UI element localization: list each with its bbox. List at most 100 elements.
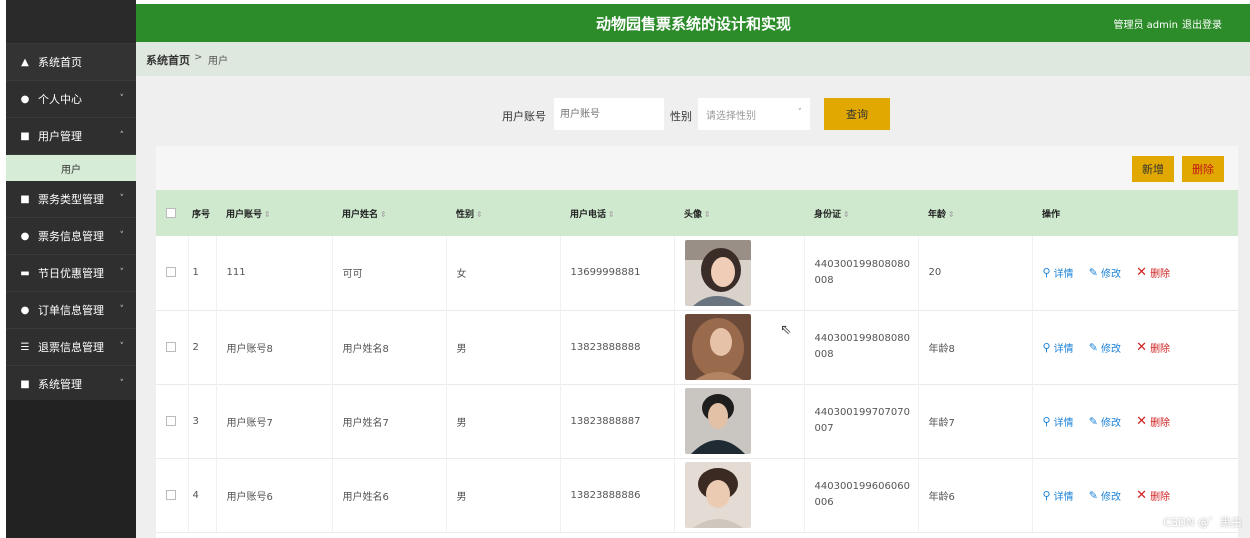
cell-gender: 男 — [446, 310, 561, 384]
sort-icon[interactable]: ⇕ — [608, 210, 615, 219]
column-header-label: 用户姓名 — [342, 209, 379, 220]
column-header-phone[interactable]: 用户电话 ⇕ — [560, 190, 674, 236]
current-user: 管理员 admin — [1113, 20, 1178, 31]
table-row: 3 用户账号7 用户姓名7 男 13823888887 440300199707… — [156, 384, 1238, 458]
edit-label: 修改 — [1100, 491, 1121, 503]
column-header-gender[interactable]: 性别 ⇕ — [446, 190, 560, 236]
row-checkbox[interactable] — [166, 489, 176, 500]
grid-icon: ■ — [20, 193, 30, 205]
delete-label: 删除 — [1150, 417, 1171, 429]
table-header-row: 序号 用户账号 ⇕ 用户姓名 ⇕ 性别 ⇕ 用户电话 ⇕ 头像 ⇕ 身份证 ⇕ 年龄 ⇕ 操作 — [156, 190, 1238, 236]
cell-account: 用户账号8 — [216, 310, 333, 384]
sort-icon[interactable]: ⇕ — [476, 210, 483, 219]
sidebar-item-orders[interactable]: ● 订单信息管理 ˅ — [6, 292, 136, 329]
close-icon: ✕ — [1136, 413, 1148, 429]
delete-button[interactable]: ✕ 删除 — [1136, 265, 1170, 280]
search-icon: ⚲ — [1042, 488, 1051, 502]
query-button[interactable]: 查询 — [824, 98, 890, 130]
row-checkbox[interactable] — [166, 267, 176, 278]
cell-name: 用户姓名7 — [332, 384, 447, 458]
chevron-down-icon: ˅ — [119, 379, 125, 389]
search-icon: ⚲ — [1042, 414, 1051, 428]
row-checkbox-cell[interactable] — [156, 236, 189, 310]
add-button[interactable]: 新增 — [1132, 156, 1174, 182]
row-checkbox[interactable] — [166, 415, 176, 426]
column-header-label: 用户账号 — [226, 209, 263, 220]
batch-delete-button[interactable]: 删除 — [1182, 156, 1224, 182]
sort-icon[interactable]: ⇕ — [948, 210, 955, 219]
row-checkbox-cell[interactable] — [156, 310, 189, 384]
cell-actions: ⚲ 详情 ✎ 修改 ✕ 删除 — [1032, 310, 1238, 384]
location-icon: ● — [20, 304, 30, 316]
column-header-id-card[interactable]: 身份证 ⇕ — [804, 190, 918, 236]
cell-account: 用户账号6 — [216, 458, 333, 532]
edit-button[interactable]: ✎ 修改 — [1089, 340, 1121, 355]
cell-phone: 13699998881 — [560, 236, 675, 310]
edit-button[interactable]: ✎ 修改 — [1089, 265, 1121, 280]
column-header-avatar[interactable]: 头像 ⇕ — [674, 190, 804, 236]
row-checkbox-cell[interactable] — [156, 458, 189, 532]
sidebar-subitem-users[interactable]: 用户 — [6, 155, 136, 181]
column-header-label: 身份证 — [814, 209, 842, 220]
user-avatar-image — [684, 388, 751, 454]
view-button[interactable]: ⚲ 详情 — [1043, 414, 1074, 429]
sort-icon[interactable]: ⇕ — [380, 210, 387, 219]
breadcrumb-home[interactable]: 系统首页 — [146, 52, 190, 68]
inbox-icon: ▬ — [20, 267, 30, 279]
sort-icon[interactable]: ⇕ — [704, 210, 711, 219]
delete-button[interactable]: ✕ 删除 — [1136, 488, 1170, 503]
cell-age: 年龄6 — [918, 458, 1033, 532]
row-checkbox-cell[interactable] — [156, 384, 189, 458]
cell-age: 20 — [918, 236, 1033, 310]
cell-avatar — [674, 384, 805, 458]
column-header-age[interactable]: 年龄 ⇕ — [918, 190, 1032, 236]
sort-icon[interactable]: ⇕ — [264, 210, 271, 219]
sidebar-item-system[interactable]: ■ 系统管理 ˅ — [6, 366, 136, 403]
select-all-checkbox[interactable] — [166, 207, 176, 218]
sidebar-item-ticket-types[interactable]: ■ 票务类型管理 ˅ — [6, 181, 136, 218]
person-icon: ● — [20, 230, 30, 242]
cell-avatar — [674, 458, 805, 532]
person-icon: ● — [20, 93, 30, 105]
select-all-checkbox-cell[interactable] — [156, 190, 188, 236]
cell-gender: 女 — [446, 236, 561, 310]
user-avatar-image — [684, 239, 751, 306]
view-button[interactable]: ⚲ 详情 — [1043, 488, 1074, 503]
sidebar-item-home[interactable]: ▲ 系统首页 — [6, 44, 136, 81]
view-button[interactable]: ⚲ 详情 — [1043, 340, 1074, 355]
sidebar-item-refunds[interactable]: ☰ 退票信息管理 ˅ — [6, 329, 136, 366]
gender-select[interactable]: 请选择性别 ˅ — [698, 98, 810, 130]
breadcrumb-separator: > — [194, 52, 203, 63]
sidebar-item-profile[interactable]: ● 个人中心 ˅ — [6, 81, 136, 118]
edit-button[interactable]: ✎ 修改 — [1089, 488, 1121, 503]
cell-gender: 男 — [446, 384, 561, 458]
grid-icon: ■ — [20, 130, 30, 142]
delete-button[interactable]: ✕ 删除 — [1136, 414, 1170, 429]
view-label: 详情 — [1053, 417, 1074, 429]
sort-icon[interactable]: ⇕ — [843, 210, 850, 219]
watermark: CSDN @゛黑白 — [1163, 516, 1242, 529]
breadcrumb: 系统首页 > 用户 — [136, 42, 1250, 76]
chevron-down-icon: ˅ — [797, 108, 803, 118]
sidebar-item-label: 退票信息管理 — [38, 341, 104, 354]
view-button[interactable]: ⚲ 详情 — [1043, 265, 1074, 280]
column-header-account[interactable]: 用户账号 ⇕ — [216, 190, 332, 236]
column-header-name[interactable]: 用户姓名 ⇕ — [332, 190, 446, 236]
delete-button[interactable]: ✕ 删除 — [1136, 340, 1170, 355]
cell-actions: ⚲ 详情 ✎ 修改 ✕ 删除 — [1032, 236, 1238, 310]
view-label: 详情 — [1053, 269, 1074, 281]
sidebar-item-label: 订单信息管理 — [38, 304, 104, 317]
cell-id-card: 440300199808080008 — [804, 310, 919, 384]
cell-id-card: 440300199808080008 — [804, 236, 919, 310]
table-panel: 新增 删除 序号 用户账号 ⇕ 用户姓名 ⇕ 性别 ⇕ 用户电话 ⇕ 头像 ⇕ 身份证 ⇕ — [156, 146, 1238, 538]
logout-link[interactable]: 退出登录 — [1182, 16, 1222, 31]
cell-phone: 13823888886 — [560, 458, 675, 532]
row-checkbox[interactable] — [166, 341, 176, 352]
column-header-label: 头像 — [684, 209, 703, 220]
table-toolbar: 新增 删除 — [156, 146, 1238, 190]
sidebar-item-user-management[interactable]: ■ 用户管理 ˄ — [6, 118, 136, 155]
sidebar-item-ticket-info[interactable]: ● 票务信息管理 ˅ — [6, 218, 136, 255]
edit-button[interactable]: ✎ 修改 — [1089, 414, 1121, 429]
sidebar-item-holiday-discounts[interactable]: ▬ 节日优惠管理 ˅ — [6, 255, 136, 292]
account-search-input[interactable] — [554, 98, 664, 130]
